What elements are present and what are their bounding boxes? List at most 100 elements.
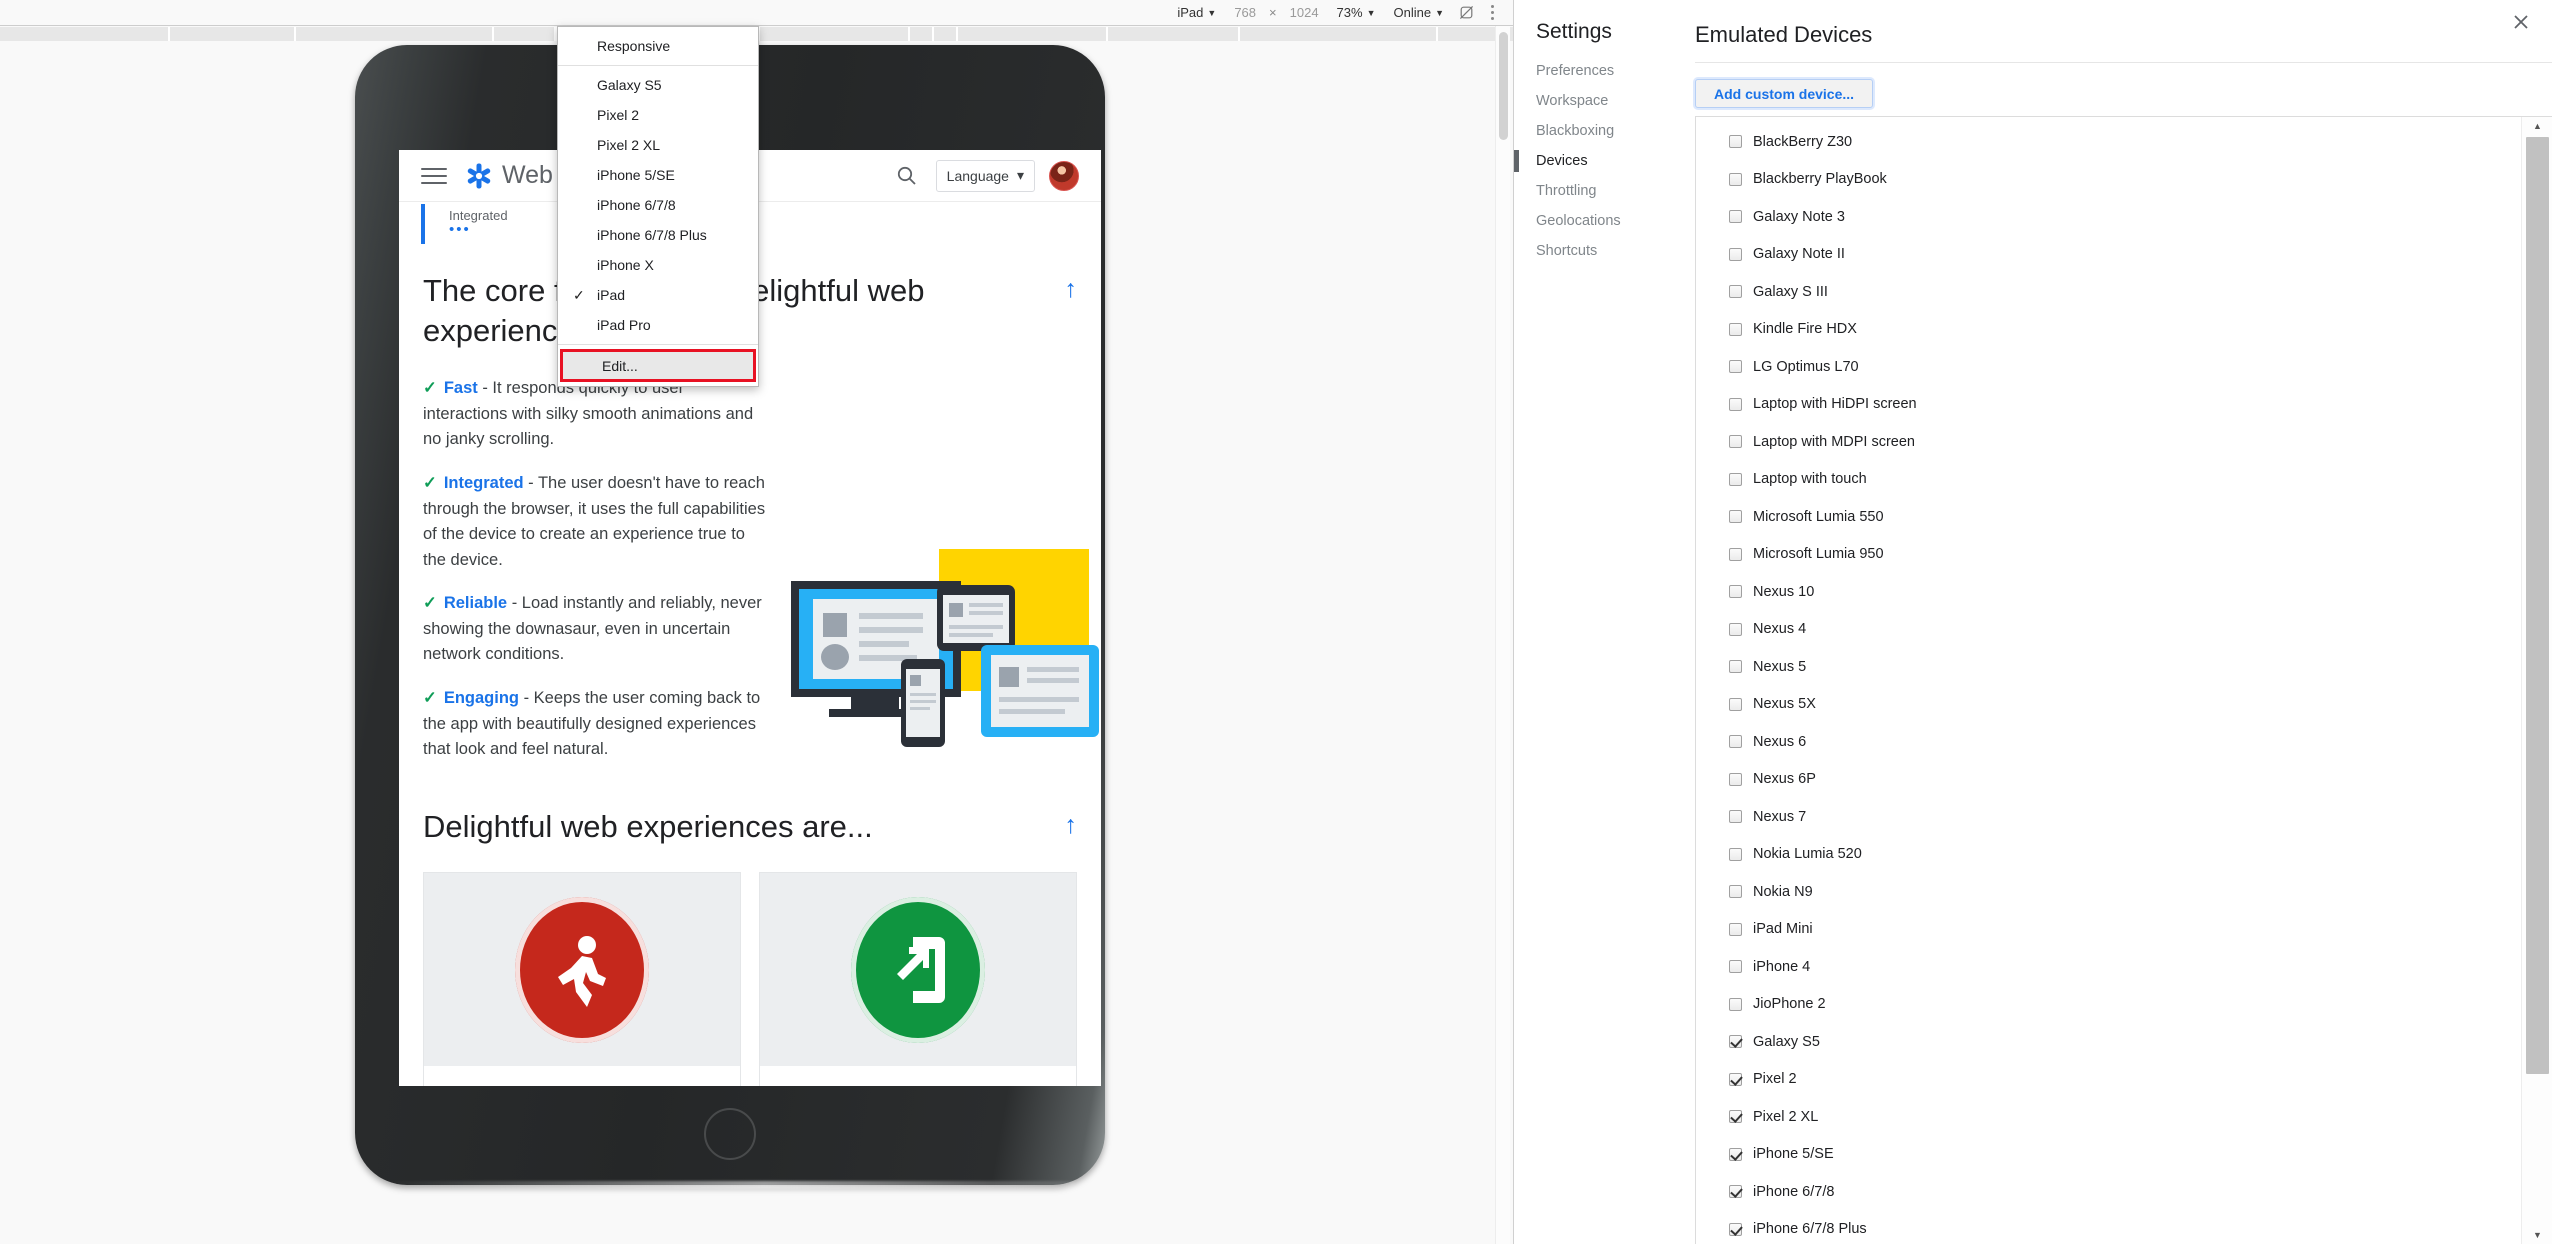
device-checkbox[interactable] [1729, 772, 1742, 786]
device-list-scrollbar[interactable]: ▲ ▼ [2521, 117, 2552, 1244]
device-checkbox[interactable] [1729, 697, 1742, 711]
device-list-item[interactable]: Pixel 2 XL [1696, 1098, 2521, 1136]
device-list-item[interactable]: iPhone 4 [1696, 948, 2521, 986]
device-checkbox[interactable] [1729, 997, 1742, 1011]
feature-name[interactable]: Fast [444, 379, 478, 397]
device-list-item[interactable]: Nokia Lumia 520 [1696, 836, 2521, 874]
device-checkbox[interactable] [1729, 210, 1742, 224]
feature-name[interactable]: Integrated [444, 474, 524, 492]
device-list-item[interactable]: Nexus 10 [1696, 573, 2521, 611]
viewport-width-input[interactable]: 768 [1225, 2, 1265, 24]
scroll-down-icon[interactable]: ▼ [2522, 1226, 2552, 1244]
device-list-item[interactable]: Galaxy S III [1696, 273, 2521, 311]
menu-item-pixel-2-xl[interactable]: Pixel 2 XL [558, 130, 758, 160]
viewport-height-input[interactable]: 1024 [1281, 2, 1328, 24]
rotate-icon[interactable] [1453, 2, 1479, 24]
scrollbar-thumb[interactable] [2526, 137, 2549, 1074]
menu-item-iphone-6-7-8[interactable]: iPhone 6/7/8 [558, 190, 758, 220]
device-list-item[interactable]: Nexus 7 [1696, 798, 2521, 836]
menu-item-ipad[interactable]: ✓ iPad [558, 280, 758, 310]
avatar[interactable] [1049, 160, 1079, 191]
device-pane-scrollbar[interactable] [1495, 26, 1510, 1244]
device-list-item[interactable]: Blackberry PlayBook [1696, 161, 2521, 199]
more-options-icon[interactable] [1479, 2, 1505, 24]
device-checkbox[interactable] [1729, 660, 1742, 674]
device-list-item[interactable]: iPad Mini [1696, 911, 2521, 949]
menu-item-iphone-5-se[interactable]: iPhone 5/SE [558, 160, 758, 190]
scroll-up-icon[interactable]: ▲ [2522, 117, 2552, 135]
device-checkbox[interactable] [1729, 1147, 1742, 1161]
zoom-selector[interactable]: 73% ▼ [1328, 2, 1385, 24]
anchor-link-icon[interactable]: ↑ [1065, 811, 1078, 840]
device-list-item[interactable]: BlackBerry Z30 [1696, 123, 2521, 161]
device-checkbox[interactable] [1729, 285, 1742, 299]
device-list-item[interactable]: LG Optimus L70 [1696, 348, 2521, 386]
device-checkbox[interactable] [1729, 360, 1742, 374]
device-checkbox[interactable] [1729, 1110, 1742, 1124]
device-list-item[interactable]: iPhone 6/7/8 Plus [1696, 1211, 2521, 1244]
device-checkbox[interactable] [1729, 322, 1742, 336]
menu-item-ipad-pro[interactable]: iPad Pro [558, 310, 758, 340]
device-list-item[interactable]: iPhone 5/SE [1696, 1136, 2521, 1174]
device-list-item[interactable]: Nexus 5 [1696, 648, 2521, 686]
device-checkbox[interactable] [1729, 960, 1742, 974]
sidebar-item-shortcuts[interactable]: Shortcuts [1514, 236, 1659, 266]
device-list-item[interactable]: Galaxy Note II [1696, 236, 2521, 274]
device-checkbox[interactable] [1729, 472, 1742, 486]
sidebar-item-preferences[interactable]: Preferences [1514, 56, 1659, 86]
device-checkbox[interactable] [1729, 810, 1742, 824]
device-list-item[interactable]: Nokia N9 [1696, 873, 2521, 911]
sidebar-item-blackboxing[interactable]: Blackboxing [1514, 116, 1659, 146]
device-checkbox[interactable] [1729, 1185, 1742, 1199]
feature-name[interactable]: Reliable [444, 594, 507, 612]
device-checkbox[interactable] [1729, 135, 1742, 149]
hamburger-icon[interactable] [421, 167, 447, 184]
device-list-item[interactable]: Nexus 5X [1696, 686, 2521, 724]
language-selector[interactable]: Language ▾ [935, 159, 1035, 192]
device-checkbox[interactable] [1729, 585, 1742, 599]
device-checkbox[interactable] [1729, 397, 1742, 411]
device-list-item[interactable]: Galaxy S5 [1696, 1023, 2521, 1061]
menu-item-iphone-6-7-8-plus[interactable]: iPhone 6/7/8 Plus [558, 220, 758, 250]
device-checkbox[interactable] [1729, 247, 1742, 261]
card[interactable]: Fast Users don't expect janky scrolling … [423, 872, 741, 1086]
device-list-item[interactable]: Pixel 2 [1696, 1061, 2521, 1099]
device-list-item[interactable]: Galaxy Note 3 [1696, 198, 2521, 236]
device-checkbox[interactable] [1729, 735, 1742, 749]
device-selector[interactable]: iPad ▼ [1168, 2, 1225, 24]
menu-item-pixel-2[interactable]: Pixel 2 [558, 100, 758, 130]
feature-name[interactable]: Engaging [444, 689, 519, 707]
device-checkbox[interactable] [1729, 510, 1742, 524]
device-list-item[interactable]: Nexus 6 [1696, 723, 2521, 761]
device-list-item[interactable]: Laptop with MDPI screen [1696, 423, 2521, 461]
device-list-item[interactable]: Laptop with HiDPI screen [1696, 386, 2521, 424]
device-checkbox[interactable] [1729, 1072, 1742, 1086]
device-list-item[interactable]: Nexus 6P [1696, 761, 2521, 799]
throttling-selector[interactable]: Online ▼ [1385, 2, 1454, 24]
scrollbar-thumb[interactable] [1499, 32, 1508, 140]
sidebar-item-devices[interactable]: Devices [1514, 146, 1659, 176]
add-custom-device-button[interactable]: Add custom device... [1695, 79, 1874, 108]
menu-item-iphone-x[interactable]: iPhone X [558, 250, 758, 280]
device-list-item[interactable]: Microsoft Lumia 550 [1696, 498, 2521, 536]
card[interactable]: Integrated User experiences on the web s… [759, 872, 1077, 1086]
device-list-item[interactable]: Laptop with touch [1696, 461, 2521, 499]
menu-item-galaxy-s5[interactable]: Galaxy S5 [558, 70, 758, 100]
anchor-link-icon[interactable]: ↑ [1065, 275, 1078, 304]
device-checkbox[interactable] [1729, 922, 1742, 936]
home-button[interactable] [704, 1108, 756, 1160]
sidebar-item-throttling[interactable]: Throttling [1514, 176, 1659, 206]
menu-item-responsive[interactable]: Responsive [558, 31, 758, 61]
device-list-item[interactable]: iPhone 6/7/8 [1696, 1173, 2521, 1211]
device-checkbox[interactable] [1729, 435, 1742, 449]
device-checkbox[interactable] [1729, 1035, 1742, 1049]
sidebar-item-workspace[interactable]: Workspace [1514, 86, 1659, 116]
device-checkbox[interactable] [1729, 622, 1742, 636]
device-checkbox[interactable] [1729, 172, 1742, 186]
search-icon[interactable] [892, 161, 922, 191]
device-checkbox[interactable] [1729, 885, 1742, 899]
device-list-item[interactable]: Kindle Fire HDX [1696, 311, 2521, 349]
device-list-item[interactable]: Nexus 4 [1696, 611, 2521, 649]
device-list-item[interactable]: JioPhone 2 [1696, 986, 2521, 1024]
sidebar-item-geolocations[interactable]: Geolocations [1514, 206, 1659, 236]
